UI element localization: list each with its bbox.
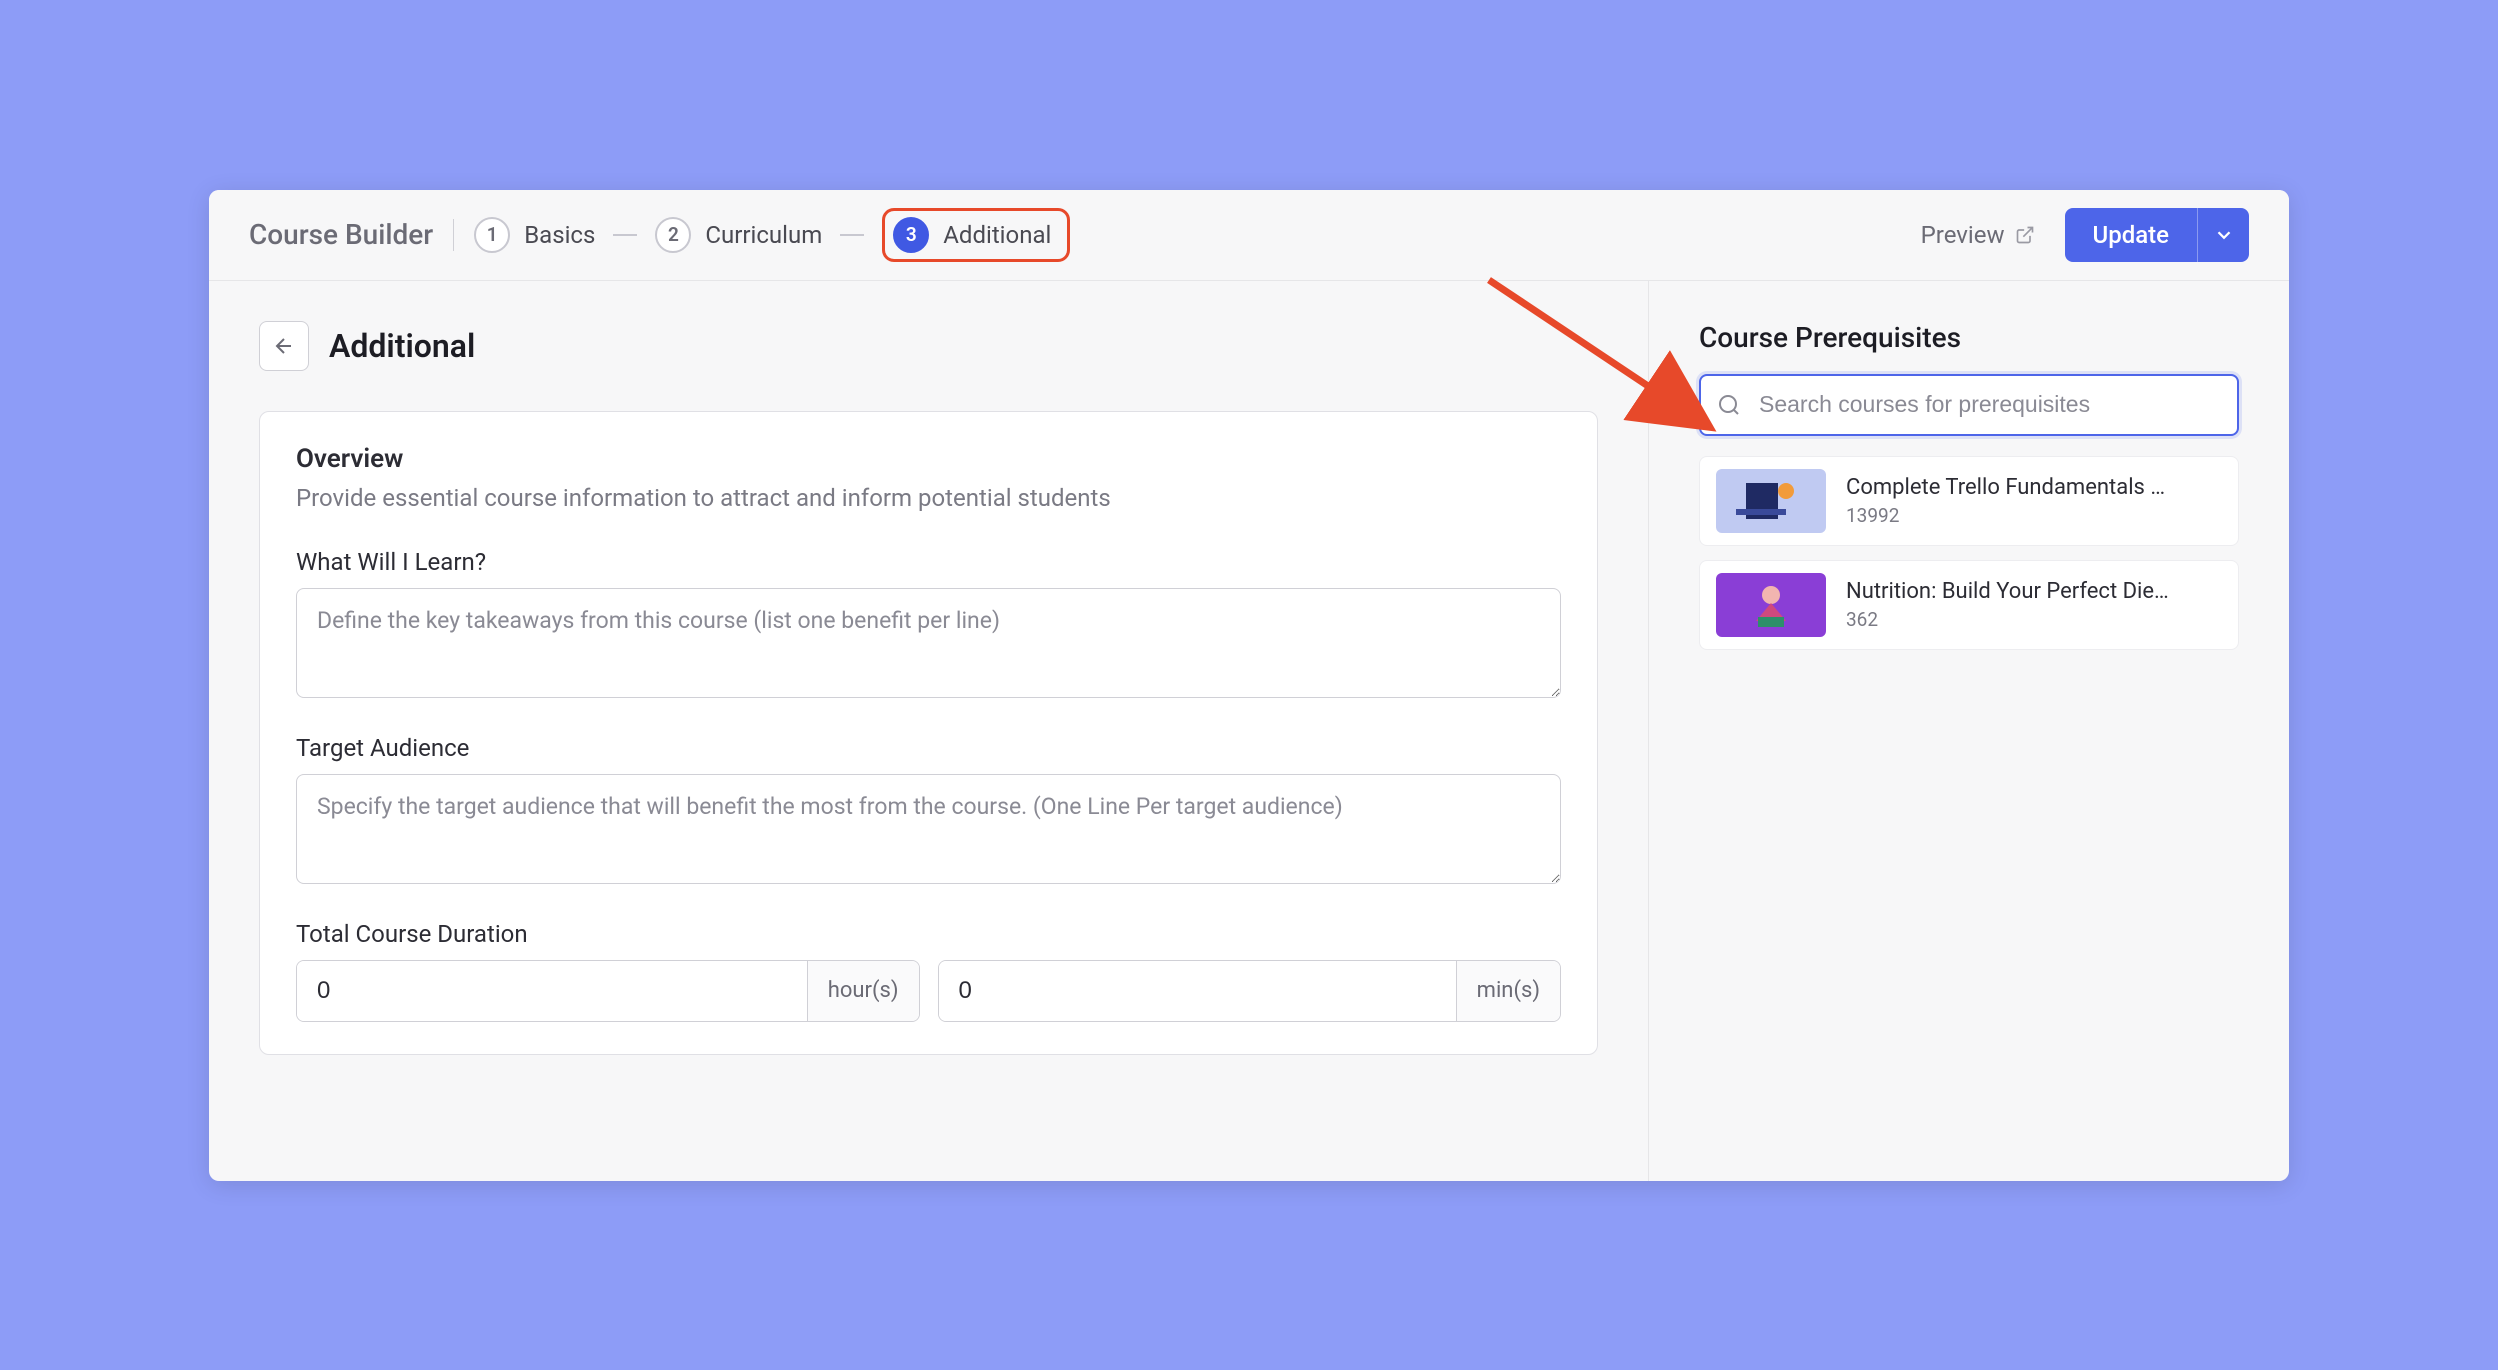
- app-title: Course Builder: [249, 218, 433, 251]
- update-button[interactable]: Update: [2065, 208, 2198, 262]
- step-curriculum[interactable]: 2 Curriculum: [655, 217, 822, 253]
- update-dropdown-toggle[interactable]: [2197, 208, 2249, 262]
- hours-input[interactable]: [297, 961, 807, 1021]
- duration-label: Total Course Duration: [296, 920, 1561, 948]
- step-additional-highlighted: 3 Additional: [882, 208, 1070, 262]
- overview-card: Overview Provide essential course inform…: [259, 411, 1598, 1055]
- step-label: Curriculum: [705, 221, 822, 249]
- topbar-actions: Preview Update: [1921, 208, 2249, 262]
- back-button[interactable]: [259, 321, 309, 371]
- course-thumbnail: [1716, 469, 1826, 533]
- prerequisite-info: Complete Trello Fundamentals … 13992: [1846, 475, 2222, 527]
- page-header: Additional: [259, 321, 1598, 371]
- course-builder-window: Course Builder 1 Basics 2 Curriculum 3 A…: [209, 190, 2289, 1181]
- external-link-icon: [2015, 225, 2035, 245]
- duration-row: hour(s) min(s): [296, 960, 1561, 1022]
- preview-label: Preview: [1921, 221, 2005, 249]
- step-separator: [613, 234, 637, 236]
- body: Additional Overview Provide essential co…: [209, 281, 2289, 1181]
- prerequisite-count: 13992: [1846, 504, 2222, 527]
- step-number: 2: [655, 217, 691, 253]
- sidebar-column: Course Prerequisites Complete Trello Fun…: [1649, 281, 2289, 1181]
- what-learn-label: What Will I Learn?: [296, 548, 1561, 576]
- wizard-steps: 1 Basics 2 Curriculum 3 Additional: [474, 208, 1070, 262]
- hours-suffix: hour(s): [807, 961, 919, 1021]
- arrow-left-icon: [272, 334, 296, 358]
- mins-input[interactable]: [939, 961, 1456, 1021]
- title-divider: [453, 219, 454, 251]
- prerequisite-info: Nutrition: Build Your Perfect Die… 362: [1846, 579, 2222, 631]
- step-basics[interactable]: 1 Basics: [474, 217, 595, 253]
- course-thumbnail: [1716, 573, 1826, 637]
- hours-field: hour(s): [296, 960, 920, 1022]
- prerequisite-count: 362: [1846, 608, 2222, 631]
- mins-field: min(s): [938, 960, 1562, 1022]
- prerequisite-title: Nutrition: Build Your Perfect Die…: [1846, 579, 2222, 604]
- step-number: 1: [474, 217, 510, 253]
- target-audience-label: Target Audience: [296, 734, 1561, 762]
- chevron-down-icon: [2213, 224, 2235, 246]
- overview-heading: Overview: [296, 444, 1561, 474]
- step-separator: [840, 234, 864, 236]
- what-learn-input[interactable]: [296, 588, 1561, 698]
- target-audience-input[interactable]: [296, 774, 1561, 884]
- update-button-group: Update: [2065, 208, 2250, 262]
- step-number-active: 3: [893, 217, 929, 253]
- search-icon: [1717, 393, 1741, 417]
- prerequisite-item[interactable]: Complete Trello Fundamentals … 13992: [1699, 456, 2239, 546]
- mins-suffix: min(s): [1456, 961, 1560, 1021]
- step-additional[interactable]: 3 Additional: [893, 217, 1051, 253]
- preview-link[interactable]: Preview: [1921, 221, 2035, 249]
- main-column: Additional Overview Provide essential co…: [209, 281, 1649, 1181]
- prerequisites-search: [1699, 374, 2239, 436]
- topbar: Course Builder 1 Basics 2 Curriculum 3 A…: [209, 190, 2289, 281]
- step-label: Additional: [943, 221, 1051, 249]
- prerequisite-title: Complete Trello Fundamentals …: [1846, 475, 2222, 500]
- prerequisite-item[interactable]: Nutrition: Build Your Perfect Die… 362: [1699, 560, 2239, 650]
- step-label: Basics: [524, 221, 595, 249]
- prerequisites-heading: Course Prerequisites: [1699, 321, 2239, 354]
- page-title: Additional: [329, 327, 475, 365]
- prerequisites-search-input[interactable]: [1699, 374, 2239, 436]
- overview-subtitle: Provide essential course information to …: [296, 484, 1561, 512]
